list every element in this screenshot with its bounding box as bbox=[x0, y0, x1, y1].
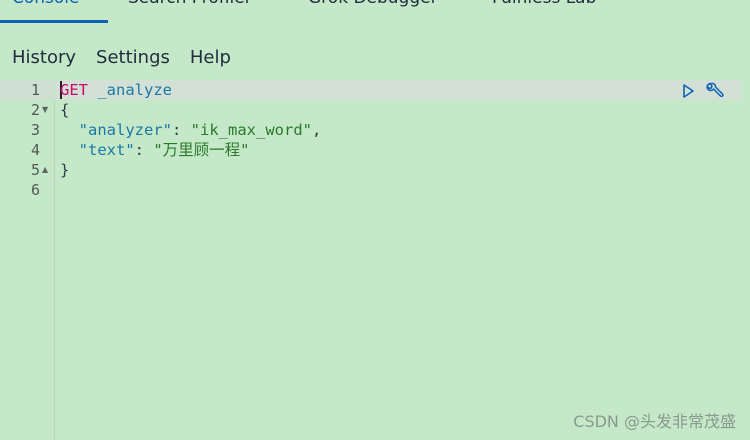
tab-painless-lab[interactable]: Painless Lab bbox=[492, 0, 596, 22]
http-method: GET bbox=[60, 81, 88, 99]
json-colon: : bbox=[134, 141, 154, 159]
tab-search-profiler[interactable]: Search Profiler bbox=[128, 0, 252, 22]
code-line-1: GET _analyze bbox=[60, 80, 172, 100]
line-number: 4 bbox=[30, 141, 40, 159]
json-colon: : bbox=[172, 121, 191, 139]
close-brace: } bbox=[60, 161, 70, 179]
json-value: "ik_max_word" bbox=[190, 121, 312, 139]
top-tab-strip: Console Search Profiler Grok Debugger Pa… bbox=[0, 0, 750, 24]
active-tab-indicator bbox=[0, 20, 108, 23]
wrench-icon[interactable] bbox=[704, 81, 724, 101]
console-menu: History Settings Help bbox=[0, 44, 241, 70]
tab-console[interactable]: Console bbox=[12, 0, 80, 22]
json-comma: , bbox=[312, 121, 322, 139]
fold-toggle-icon[interactable]: ▼ bbox=[42, 100, 48, 120]
open-brace: { bbox=[60, 101, 70, 119]
code-line-2: { bbox=[60, 100, 69, 120]
json-key: "text" bbox=[78, 141, 135, 159]
code-line-5: } bbox=[60, 160, 69, 180]
line-number: 3 bbox=[30, 121, 40, 139]
json-key: "analyzer" bbox=[78, 121, 172, 139]
request-path: _analyze bbox=[97, 81, 172, 99]
play-icon[interactable] bbox=[678, 81, 698, 101]
menu-settings[interactable]: Settings bbox=[86, 47, 180, 68]
line-number: 5 bbox=[30, 161, 40, 179]
code-line-4: "text": "万里顾一程" bbox=[60, 140, 250, 160]
json-value: "万里顾一程" bbox=[153, 141, 250, 159]
watermark-text: CSDN @头发非常茂盛 bbox=[573, 412, 736, 431]
request-editor[interactable]: 1 2 ▼ 3 4 5 ▲ 6 GET _analyze { "analyzer… bbox=[0, 80, 750, 440]
menu-history[interactable]: History bbox=[0, 47, 86, 68]
tab-grok-debugger[interactable]: Grok Debugger bbox=[308, 0, 438, 22]
menu-help[interactable]: Help bbox=[180, 47, 241, 68]
request-actions bbox=[678, 80, 724, 102]
fold-toggle-icon[interactable]: ▲ bbox=[42, 160, 48, 180]
line-number: 1 bbox=[30, 81, 40, 99]
line-number: 6 bbox=[30, 181, 40, 199]
line-number: 2 bbox=[30, 101, 40, 119]
code-line-3: "analyzer": "ik_max_word", bbox=[60, 120, 322, 140]
